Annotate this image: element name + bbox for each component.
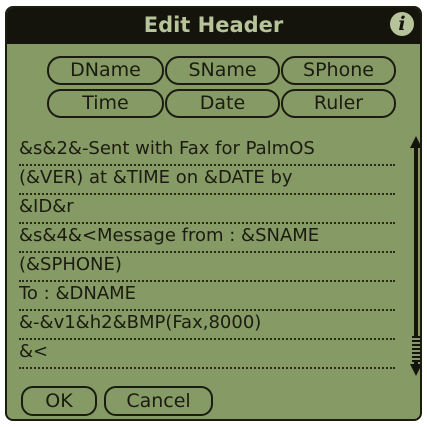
title-bar: Edit Header i (7, 8, 420, 44)
scroll-track[interactable] (414, 148, 418, 364)
text-line[interactable]: &s&2&-Sent with Fax for PalmOS (19, 136, 395, 166)
text-line[interactable]: &s&4&<Message from : &SNAME (19, 223, 395, 253)
edit-header-dialog: Edit Header i DName SName SPhone Time Da… (5, 6, 422, 421)
ok-button[interactable]: OK (21, 386, 97, 416)
sphone-button[interactable]: SPhone (281, 56, 396, 85)
text-line[interactable]: &-&v1&h2&BMP(Fax,8000) (19, 310, 395, 340)
cancel-button[interactable]: Cancel (104, 386, 213, 416)
info-icon[interactable]: i (390, 12, 414, 36)
text-line[interactable]: (&VER) at &TIME on &DATE by (19, 165, 395, 195)
text-line[interactable]: &ID&r (19, 194, 395, 224)
dialog-title: Edit Header (143, 13, 284, 37)
ruler-button[interactable]: Ruler (281, 89, 396, 118)
scroll-thumb[interactable] (412, 336, 420, 362)
scroll-up-arrow-icon[interactable] (410, 136, 420, 148)
sname-button[interactable]: SName (165, 56, 280, 85)
time-button[interactable]: Time (47, 89, 164, 118)
text-line[interactable]: To : &DNAME (19, 281, 395, 311)
text-line[interactable]: &< (19, 339, 395, 369)
dname-button[interactable]: DName (47, 56, 164, 85)
text-line[interactable]: (&SPHONE) (19, 252, 395, 282)
scrollbar[interactable] (410, 136, 420, 376)
scroll-down-arrow-icon[interactable] (410, 364, 420, 376)
date-button[interactable]: Date (165, 89, 280, 118)
